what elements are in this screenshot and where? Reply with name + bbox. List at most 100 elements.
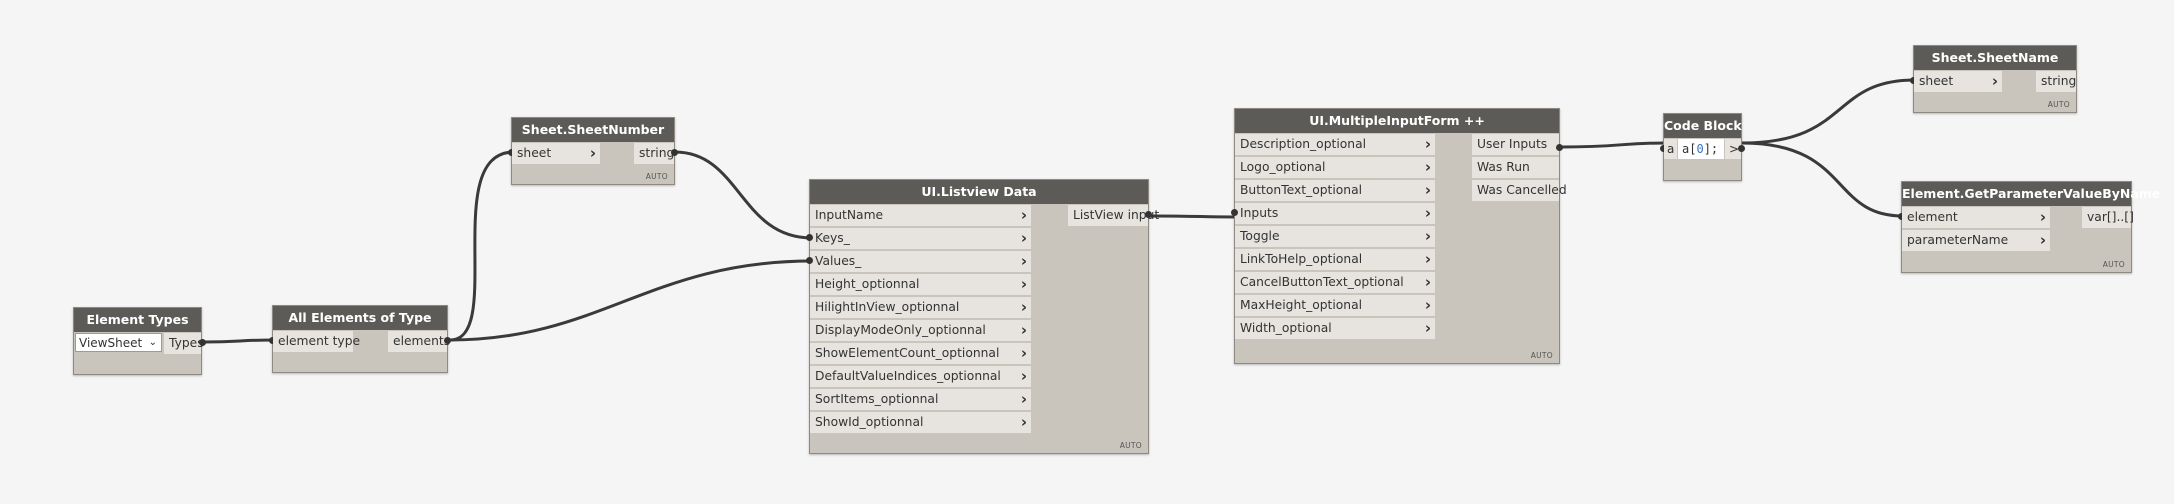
output-port-types[interactable]: Types (164, 333, 204, 354)
input-dot[interactable] (806, 234, 813, 241)
output-port-string[interactable]: string (2036, 71, 2076, 92)
input-port-element-type[interactable]: element type (273, 331, 360, 352)
port-label: Description_optional (1240, 137, 1367, 151)
wire-code-to-sheetname[interactable] (1741, 78, 1916, 145)
port-label: sheet (517, 146, 552, 160)
input-port[interactable]: Width_optional › (1235, 318, 1435, 339)
port-label: Width_optional (1240, 321, 1332, 335)
input-port[interactable]: DisplayModeOnly_optionnal › (810, 320, 1031, 341)
all-elements-of-type-node[interactable]: All Elements of Type element type elemen… (269, 305, 451, 373)
chevron-down-icon: ⌄ (148, 337, 157, 348)
input-port[interactable]: Inputs › (1235, 203, 1435, 224)
input-port[interactable]: CancelButtonText_optional › (1235, 272, 1435, 293)
output-dot[interactable] (199, 339, 206, 346)
output-port[interactable]: Was Cancelled (1472, 180, 1567, 201)
code-index: 0 (1696, 142, 1704, 156)
input-port[interactable]: ButtonText_optional › (1235, 180, 1435, 201)
output-port-var[interactable]: var[]..[] (2082, 207, 2134, 228)
wire-string-to-keys[interactable] (674, 150, 813, 240)
code-block-node[interactable]: Code Block a a[0]; > (1660, 113, 1745, 181)
port-label: Keys_ (815, 231, 850, 245)
output-port[interactable]: User Inputs (1472, 134, 1559, 155)
input-port-element[interactable]: element › (1902, 207, 2050, 228)
port-label: MaxHeight_optional (1240, 298, 1363, 312)
output-port-string[interactable]: string (634, 143, 674, 164)
input-dot[interactable] (1231, 209, 1238, 216)
input-port[interactable]: ShowElementCount_optionnal › (810, 343, 1031, 364)
code-editor[interactable]: a[0]; (1678, 139, 1724, 159)
input-port-sheet[interactable]: sheet › (512, 143, 600, 164)
output-dot[interactable] (1738, 145, 1745, 152)
element-types-node[interactable]: Element Types ViewSheet ⌄ Types (73, 307, 206, 375)
node-title[interactable]: Element Types (74, 308, 201, 332)
input-port-sheet[interactable]: sheet › (1914, 71, 2002, 92)
output-dot[interactable] (1145, 211, 1152, 218)
input-port[interactable]: Height_optionnal › (810, 274, 1031, 295)
input-dot[interactable] (806, 257, 813, 264)
input-port[interactable]: LinkToHelp_optional › (1235, 249, 1435, 270)
input-port[interactable]: Keys_ › (810, 228, 1031, 249)
input-port[interactable]: DefaultValueIndices_optionnal › (810, 366, 1031, 387)
input-port[interactable]: SortItems_optionnal › (810, 389, 1031, 410)
port-label: InputName (815, 208, 884, 222)
wire-elements-to-values[interactable] (449, 259, 813, 342)
input-port[interactable]: Values_ › (810, 251, 1031, 272)
output-port[interactable]: Was Run (1472, 157, 1559, 178)
listview-data-node[interactable]: UI.Listview Data InputName › Keys_ › Values_… (806, 179, 1159, 454)
wire-userinputs-to-a[interactable] (1561, 141, 1666, 149)
input-port-a[interactable]: a (1664, 139, 1677, 159)
port-label: SortItems_optionnal (815, 392, 939, 406)
sheet-name-node[interactable]: Sheet.SheetName sheet › string AUTO (1910, 45, 2077, 113)
chevron-right-icon: › (1020, 390, 1027, 408)
node-title[interactable]: UI.MultipleInputForm ++ (1235, 109, 1559, 133)
wire-listview-to-inputs[interactable] (1149, 214, 1237, 219)
port-label: ButtonText_optional (1240, 183, 1363, 197)
chevron-right-icon: › (2039, 231, 2046, 249)
port-label: CancelButtonText_optional (1240, 275, 1404, 289)
chevron-right-icon: › (1424, 158, 1431, 176)
auto-badge: AUTO (2102, 260, 2125, 269)
output-dot-user-inputs[interactable] (1556, 144, 1563, 151)
input-port[interactable]: InputName › (810, 205, 1031, 226)
input-port[interactable]: Toggle › (1235, 226, 1435, 247)
wire-code-to-element[interactable] (1741, 141, 1904, 218)
chevron-right-icon: › (1020, 229, 1027, 247)
node-title[interactable]: Code Block (1664, 114, 1742, 138)
input-port[interactable]: HilightInView_optionnal › (810, 297, 1031, 318)
input-port-parameter-name[interactable]: parameterName › (1902, 230, 2050, 251)
node-title[interactable]: UI.Listview Data (810, 180, 1148, 204)
auto-badge: AUTO (1530, 351, 1553, 360)
input-port[interactable]: Logo_optional › (1235, 157, 1435, 178)
chevron-right-icon: › (1991, 72, 1998, 90)
chevron-right-icon: › (589, 144, 596, 162)
port-label: Height_optionnal (815, 277, 920, 291)
element-type-dropdown[interactable]: ViewSheet ⌄ (75, 333, 162, 352)
output-dot[interactable] (444, 337, 451, 344)
output-dot[interactable] (671, 149, 678, 156)
input-port[interactable]: Description_optional › (1235, 134, 1435, 155)
output-port-listview-input[interactable]: ListView input (1068, 205, 1159, 226)
code-var: a[ (1682, 142, 1697, 156)
port-label: HilightInView_optionnal (815, 300, 960, 314)
node-title[interactable]: Sheet.SheetNumber (512, 118, 674, 142)
node-title[interactable]: Element.GetParameterValueByName (1902, 182, 2160, 206)
node-title[interactable]: All Elements of Type (273, 306, 447, 330)
chevron-right-icon: › (1020, 252, 1027, 270)
input-port[interactable]: ShowId_optionnal › (810, 412, 1031, 433)
get-parameter-value-node[interactable]: Element.GetParameterValueByName element … (1898, 181, 2160, 273)
chevron-right-icon: › (1020, 413, 1027, 431)
chevron-right-icon: › (1424, 135, 1431, 153)
node-title[interactable]: Sheet.SheetName (1914, 46, 2076, 70)
wire-elements-to-sheet[interactable] (449, 150, 515, 342)
wire-types-to-element-type[interactable] (203, 338, 275, 344)
input-port[interactable]: MaxHeight_optional › (1235, 295, 1435, 316)
output-port-elements[interactable]: elements (388, 331, 450, 352)
code-end: ]; (1703, 142, 1719, 156)
port-label: ShowId_optionnal (815, 415, 924, 429)
auto-badge: AUTO (1119, 441, 1142, 450)
port-label: Inputs (1240, 206, 1279, 220)
port-label: ShowElementCount_optionnal (815, 346, 1000, 360)
chevron-right-icon: › (1424, 319, 1431, 337)
multiple-input-form-node[interactable]: UI.MultipleInputForm ++ Description_opti… (1231, 108, 1567, 364)
sheet-number-node[interactable]: Sheet.SheetNumber sheet › string AUTO (508, 117, 678, 185)
